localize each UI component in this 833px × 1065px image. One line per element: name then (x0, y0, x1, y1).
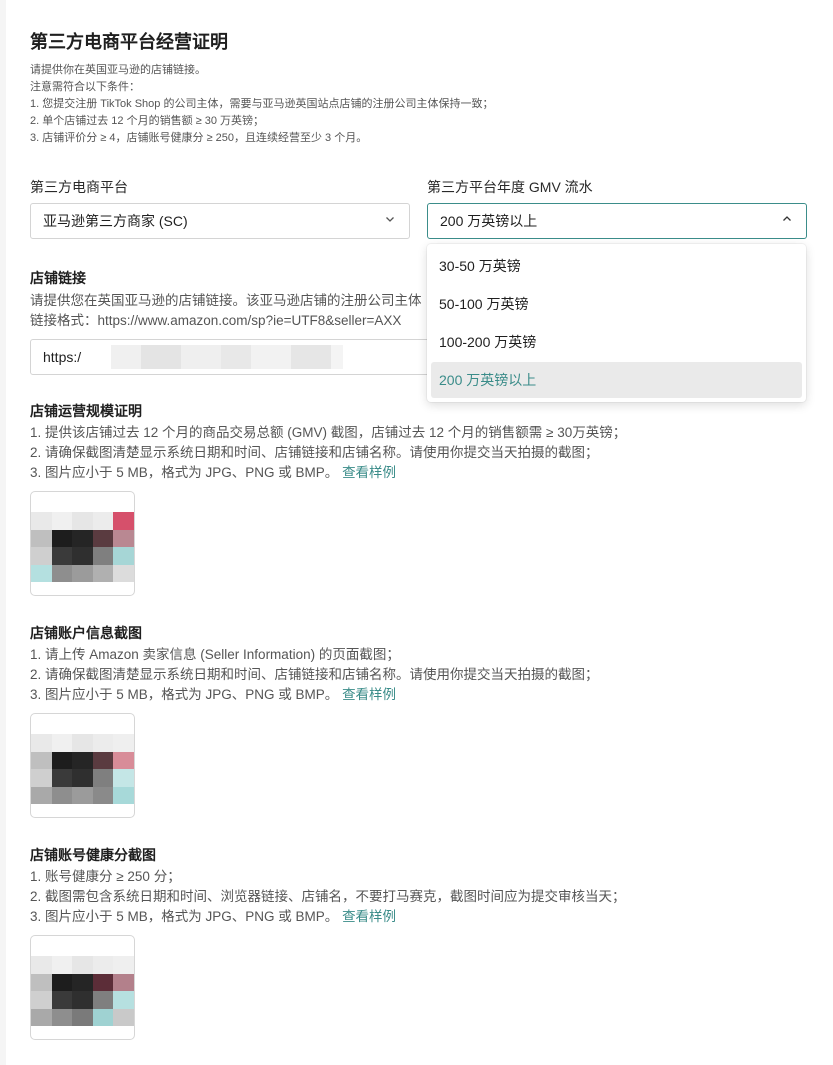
scale-proof-title: 店铺运营规模证明 (30, 403, 142, 419)
desc-line: 2. 请确保截图清楚显示系统日期和时间、店铺链接和店铺名称。请使用你提交当天拍摄… (30, 667, 599, 682)
uploaded-image-thumbnail[interactable] (30, 491, 135, 596)
desc-line: 链接格式：https://www.amazon.com/sp?ie=UTF8&s… (30, 313, 402, 328)
desc-line: 2. 请确保截图清楚显示系统日期和时间、店铺链接和店铺名称。请使用你提交当天拍摄… (30, 445, 599, 460)
intro-line: 2. 单个店铺过去 12 个月的销售额 ≥ 30 万英镑； (30, 115, 265, 127)
intro-line: 请提供你在英国亚马逊的店铺链接。 (30, 64, 206, 76)
desc-line: 3. 图片应小于 5 MB，格式为 JPG、PNG 或 BMP。 查看样例 (30, 909, 397, 924)
seller-info-desc: 1. 请上传 Amazon 卖家信息 (Seller Information) … (30, 645, 820, 705)
store-link-input[interactable]: https:/ (30, 339, 430, 375)
gmv-select[interactable]: 200 万英镑以上 (427, 203, 807, 239)
uploaded-image-thumbnail[interactable] (30, 935, 135, 1040)
pixelated-image (31, 512, 134, 582)
store-link-title: 店铺链接 (30, 270, 86, 286)
gmv-option[interactable]: 30-50 万英镑 (431, 248, 802, 284)
view-example-link[interactable]: 查看样例 (342, 909, 396, 924)
redacted-block (111, 345, 141, 369)
redacted-block (291, 345, 331, 369)
health-score-title: 店铺账号健康分截图 (30, 847, 156, 863)
platform-select[interactable]: 亚马逊第三方商家 (SC) (30, 203, 410, 239)
gmv-option-selected[interactable]: 200 万英镑以上 (431, 362, 802, 398)
page-title: 第三方电商平台经营证明 (30, 32, 228, 52)
gmv-label: 第三方平台年度 GMV 流水 (427, 179, 593, 195)
uploaded-image-thumbnail[interactable] (30, 713, 135, 818)
pixelated-image (31, 956, 134, 1026)
desc-line: 3. 图片应小于 5 MB，格式为 JPG、PNG 或 BMP。 查看样例 (30, 687, 397, 702)
pixelated-image (31, 734, 134, 804)
intro-line: 3. 店铺评价分 ≥ 4，店铺账号健康分 ≥ 250，且连续经营至少 3 个月。 (30, 132, 368, 144)
desc-line: 2. 截图需包含系统日期和时间、浏览器链接、店铺名，不要打马赛克，截图时间应为提… (30, 889, 626, 904)
desc-line: 3. 图片应小于 5 MB，格式为 JPG、PNG 或 BMP。 查看样例 (30, 465, 397, 480)
gmv-dropdown-menu: 30-50 万英镑 50-100 万英镑 100-200 万英镑 200 万英镑… (427, 244, 806, 402)
store-link-value: https:/ (43, 349, 82, 365)
redacted-block (331, 345, 343, 369)
desc-line: 1. 请上传 Amazon 卖家信息 (Seller Information) … (30, 647, 400, 662)
desc-line: 请提供您在英国亚马逊的店铺链接。该亚马逊店铺的注册公司主体 (30, 293, 422, 308)
gmv-select-value: 200 万英镑以上 (440, 213, 538, 229)
redacted-block (181, 345, 221, 369)
redacted-block (221, 345, 251, 369)
health-score-desc: 1. 账号健康分 ≥ 250 分； 2. 截图需包含系统日期和时间、浏览器链接、… (30, 867, 820, 927)
chevron-up-icon (782, 214, 792, 224)
gmv-option[interactable]: 50-100 万英镑 (431, 286, 802, 322)
chevron-down-icon (385, 214, 395, 224)
redacted-block (141, 345, 181, 369)
seller-info-title: 店铺账户信息截图 (30, 625, 142, 641)
view-example-link[interactable]: 查看样例 (342, 465, 396, 480)
intro-line: 1. 您提交注册 TikTok Shop 的公司主体，需要与亚马逊英国站点店铺的… (30, 98, 494, 110)
platform-select-value: 亚马逊第三方商家 (SC) (43, 213, 188, 229)
desc-line: 1. 账号健康分 ≥ 250 分； (30, 869, 181, 884)
desc-line: 1. 提供该店铺过去 12 个月的商品交易总额 (GMV) 截图，店铺过去 12… (30, 425, 627, 440)
intro-line: 注意需符合以下条件： (30, 81, 140, 93)
store-link-desc: 请提供您在英国亚马逊的店铺链接。该亚马逊店铺的注册公司主体 链接格式：https… (30, 291, 430, 331)
scale-proof-desc: 1. 提供该店铺过去 12 个月的商品交易总额 (GMV) 截图，店铺过去 12… (30, 423, 820, 483)
platform-label: 第三方电商平台 (30, 179, 128, 195)
gmv-option[interactable]: 100-200 万英镑 (431, 324, 802, 360)
intro-text: 请提供你在英国亚马逊的店铺链接。 注意需符合以下条件： 1. 您提交注册 Tik… (30, 62, 810, 147)
view-example-link[interactable]: 查看样例 (342, 687, 396, 702)
redacted-block (251, 345, 291, 369)
